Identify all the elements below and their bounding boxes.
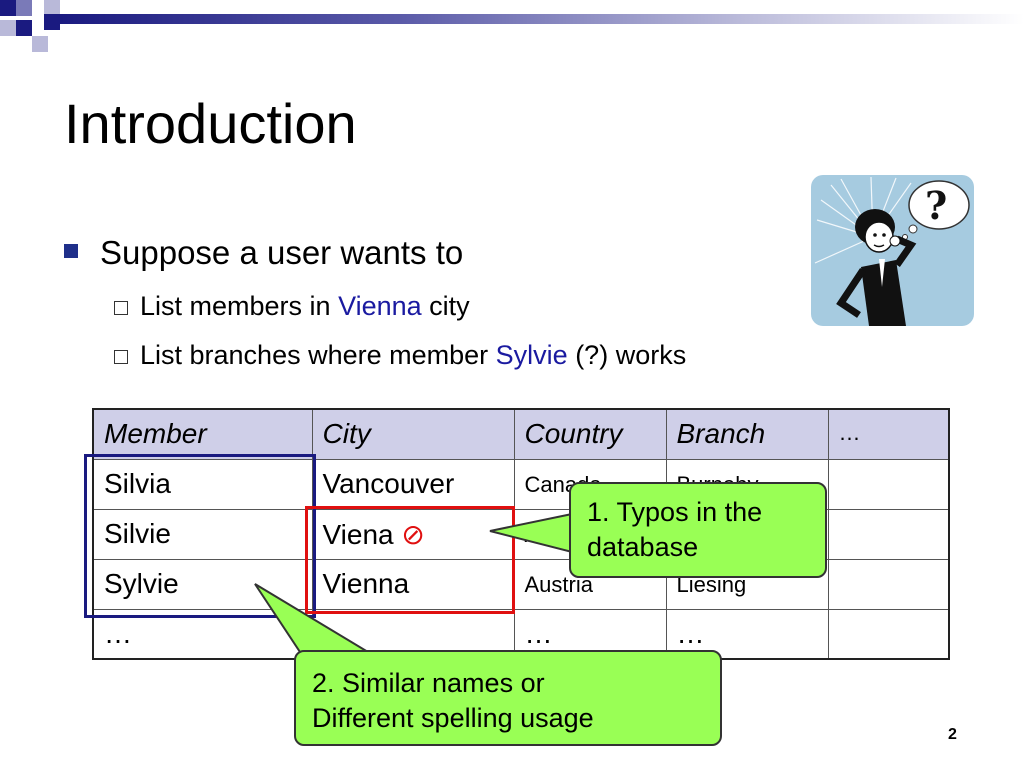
callout-pointer-typos: [489, 512, 573, 554]
callout-pointer-similar: [254, 583, 372, 653]
similar-callout-line1: 2. Similar names or: [312, 668, 545, 698]
page-number: 2: [948, 726, 957, 743]
similar-names-callout: 2. Similar names or Different spelling u…: [294, 650, 722, 746]
typos-callout-line1: 1. Typos in the: [587, 497, 763, 527]
typos-callout-line2: database: [587, 532, 699, 563]
typos-callout: 1. Typos in the database: [569, 482, 827, 578]
similar-callout-line2: Different spelling usage: [312, 703, 594, 734]
